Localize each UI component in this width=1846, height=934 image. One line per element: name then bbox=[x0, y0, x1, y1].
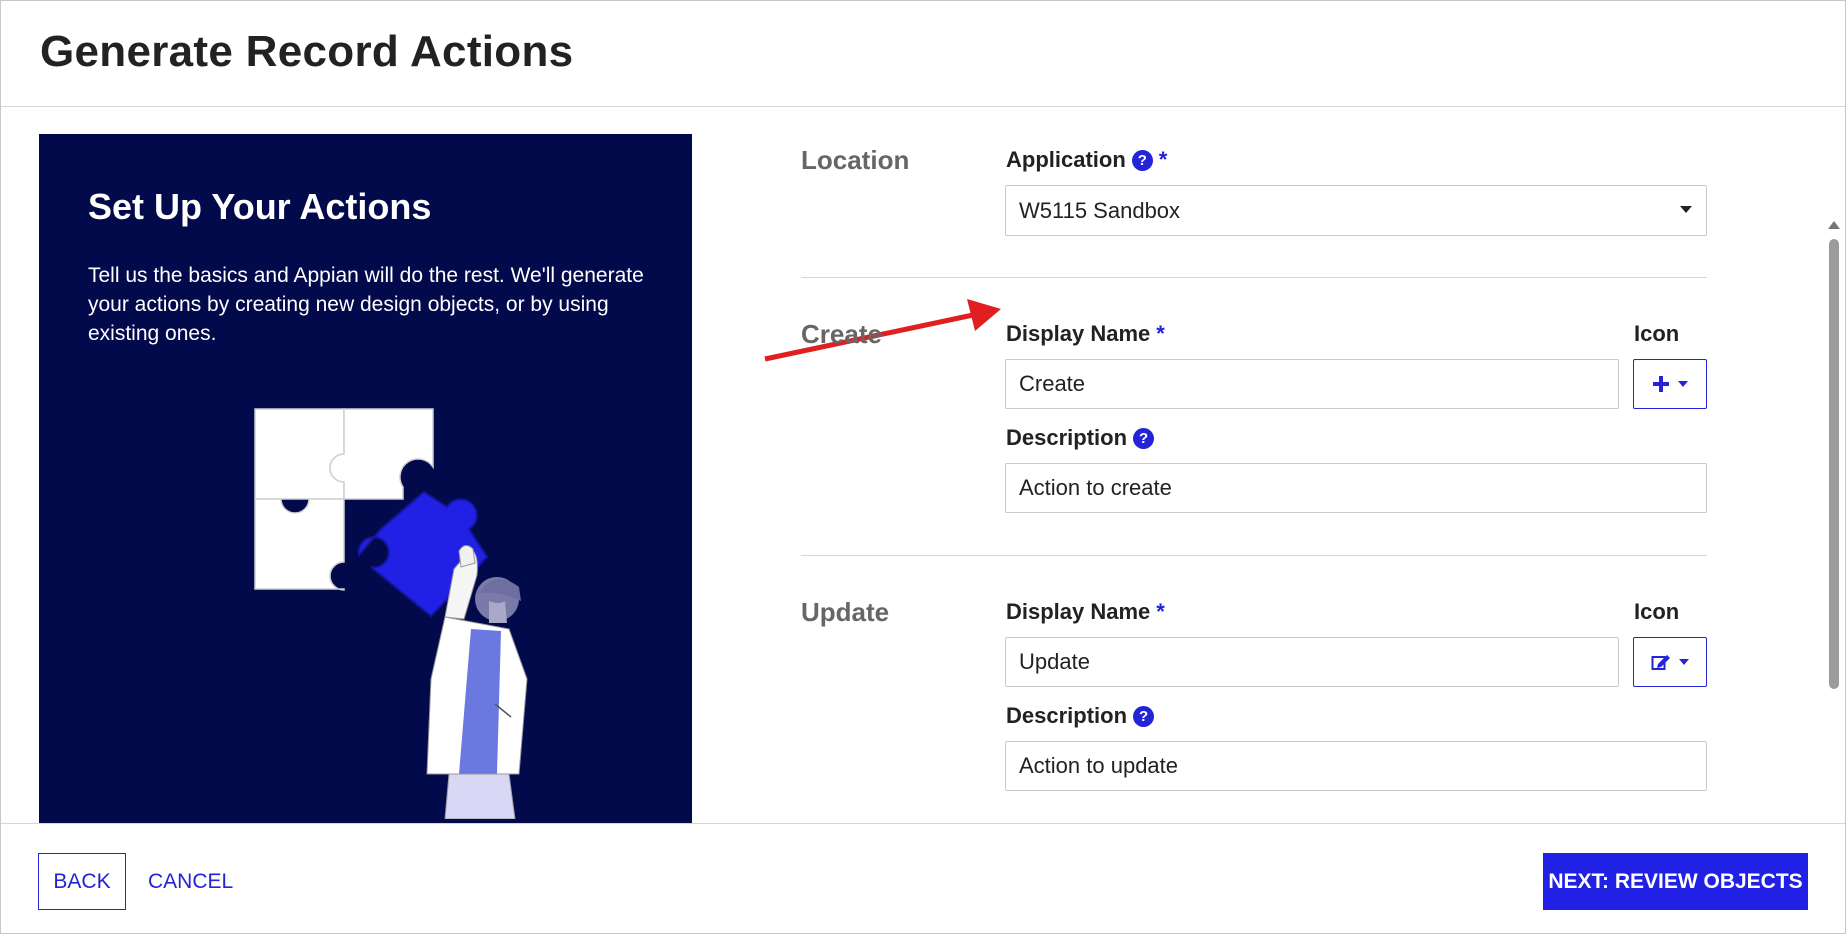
section-divider bbox=[801, 555, 1707, 556]
dialog-footer: BACK CANCEL NEXT: REVIEW OBJECTS bbox=[1, 823, 1845, 933]
cancel-button[interactable]: CANCEL bbox=[148, 853, 233, 910]
scrollbar-thumb[interactable] bbox=[1829, 239, 1839, 689]
required-marker: * bbox=[1156, 599, 1165, 624]
create-display-name-label: Display Name bbox=[1006, 321, 1151, 346]
section-divider bbox=[801, 277, 1707, 278]
application-label-row: Application ? * bbox=[1006, 147, 1167, 173]
chevron-down-icon bbox=[1679, 659, 1689, 665]
setup-hero-panel: Set Up Your Actions Tell us the basics a… bbox=[39, 134, 692, 823]
create-display-name-label-row: Display Name * bbox=[1006, 321, 1165, 347]
back-button[interactable]: BACK bbox=[38, 853, 126, 910]
update-display-name-label: Display Name bbox=[1006, 599, 1151, 624]
application-dropdown[interactable]: W5115 Sandbox bbox=[1005, 185, 1707, 236]
hero-description: Tell us the basics and Appian will do th… bbox=[88, 264, 644, 345]
section-title-update: Update bbox=[801, 597, 890, 627]
section-title-location: Location bbox=[801, 145, 910, 175]
application-value: W5115 Sandbox bbox=[1019, 197, 1181, 223]
create-icon-label: Icon bbox=[1634, 321, 1680, 346]
required-marker: * bbox=[1156, 321, 1165, 346]
update-description-value: Action to update bbox=[1019, 753, 1179, 778]
dialog-header: Generate Record Actions bbox=[1, 1, 1845, 107]
vertical-scrollbar[interactable] bbox=[1827, 217, 1841, 823]
chevron-down-icon bbox=[1678, 381, 1688, 387]
update-icon-picker-button[interactable] bbox=[1633, 637, 1707, 687]
update-description-label: Description bbox=[1006, 703, 1128, 728]
update-display-name-input[interactable]: Update bbox=[1005, 637, 1619, 687]
create-description-label: Description bbox=[1006, 425, 1128, 450]
chevron-down-icon bbox=[1680, 206, 1692, 213]
create-description-label-row: Description ? bbox=[1006, 425, 1155, 451]
next-review-objects-button[interactable]: NEXT: REVIEW OBJECTS bbox=[1543, 853, 1808, 910]
help-icon[interactable]: ? bbox=[1133, 427, 1155, 449]
plus-icon bbox=[1653, 376, 1669, 392]
update-icon-label: Icon bbox=[1634, 599, 1680, 624]
create-description-input[interactable]: Action to create bbox=[1005, 463, 1707, 513]
update-display-name-value: Update bbox=[1019, 649, 1090, 674]
create-description-value: Action to create bbox=[1019, 475, 1172, 500]
help-icon[interactable]: ? bbox=[1131, 149, 1153, 171]
application-label: Application bbox=[1006, 147, 1126, 172]
help-icon[interactable]: ? bbox=[1133, 705, 1155, 727]
dialog-body[interactable]: Set Up Your Actions Tell us the basics a… bbox=[1, 107, 1845, 823]
puzzle-illustration bbox=[254, 408, 528, 819]
update-description-label-row: Description ? bbox=[1006, 703, 1155, 729]
section-title-create: Create bbox=[801, 319, 882, 349]
required-marker: * bbox=[1158, 147, 1168, 172]
update-display-name-label-row: Display Name * bbox=[1006, 599, 1165, 625]
edit-icon bbox=[1651, 655, 1670, 670]
create-display-name-input[interactable]: Create bbox=[1005, 359, 1619, 409]
scroll-up-arrow[interactable] bbox=[1828, 221, 1840, 229]
generate-record-actions-dialog: Generate Record Actions Set Up Your Acti… bbox=[0, 0, 1846, 934]
create-display-name-value: Create bbox=[1019, 371, 1086, 396]
create-icon-picker-button[interactable] bbox=[1633, 359, 1707, 409]
dialog-title: Generate Record Actions bbox=[40, 27, 574, 76]
annotation-arrow bbox=[764, 299, 1001, 362]
update-description-input[interactable]: Action to update bbox=[1005, 741, 1707, 791]
hero-heading: Set Up Your Actions bbox=[88, 186, 432, 227]
